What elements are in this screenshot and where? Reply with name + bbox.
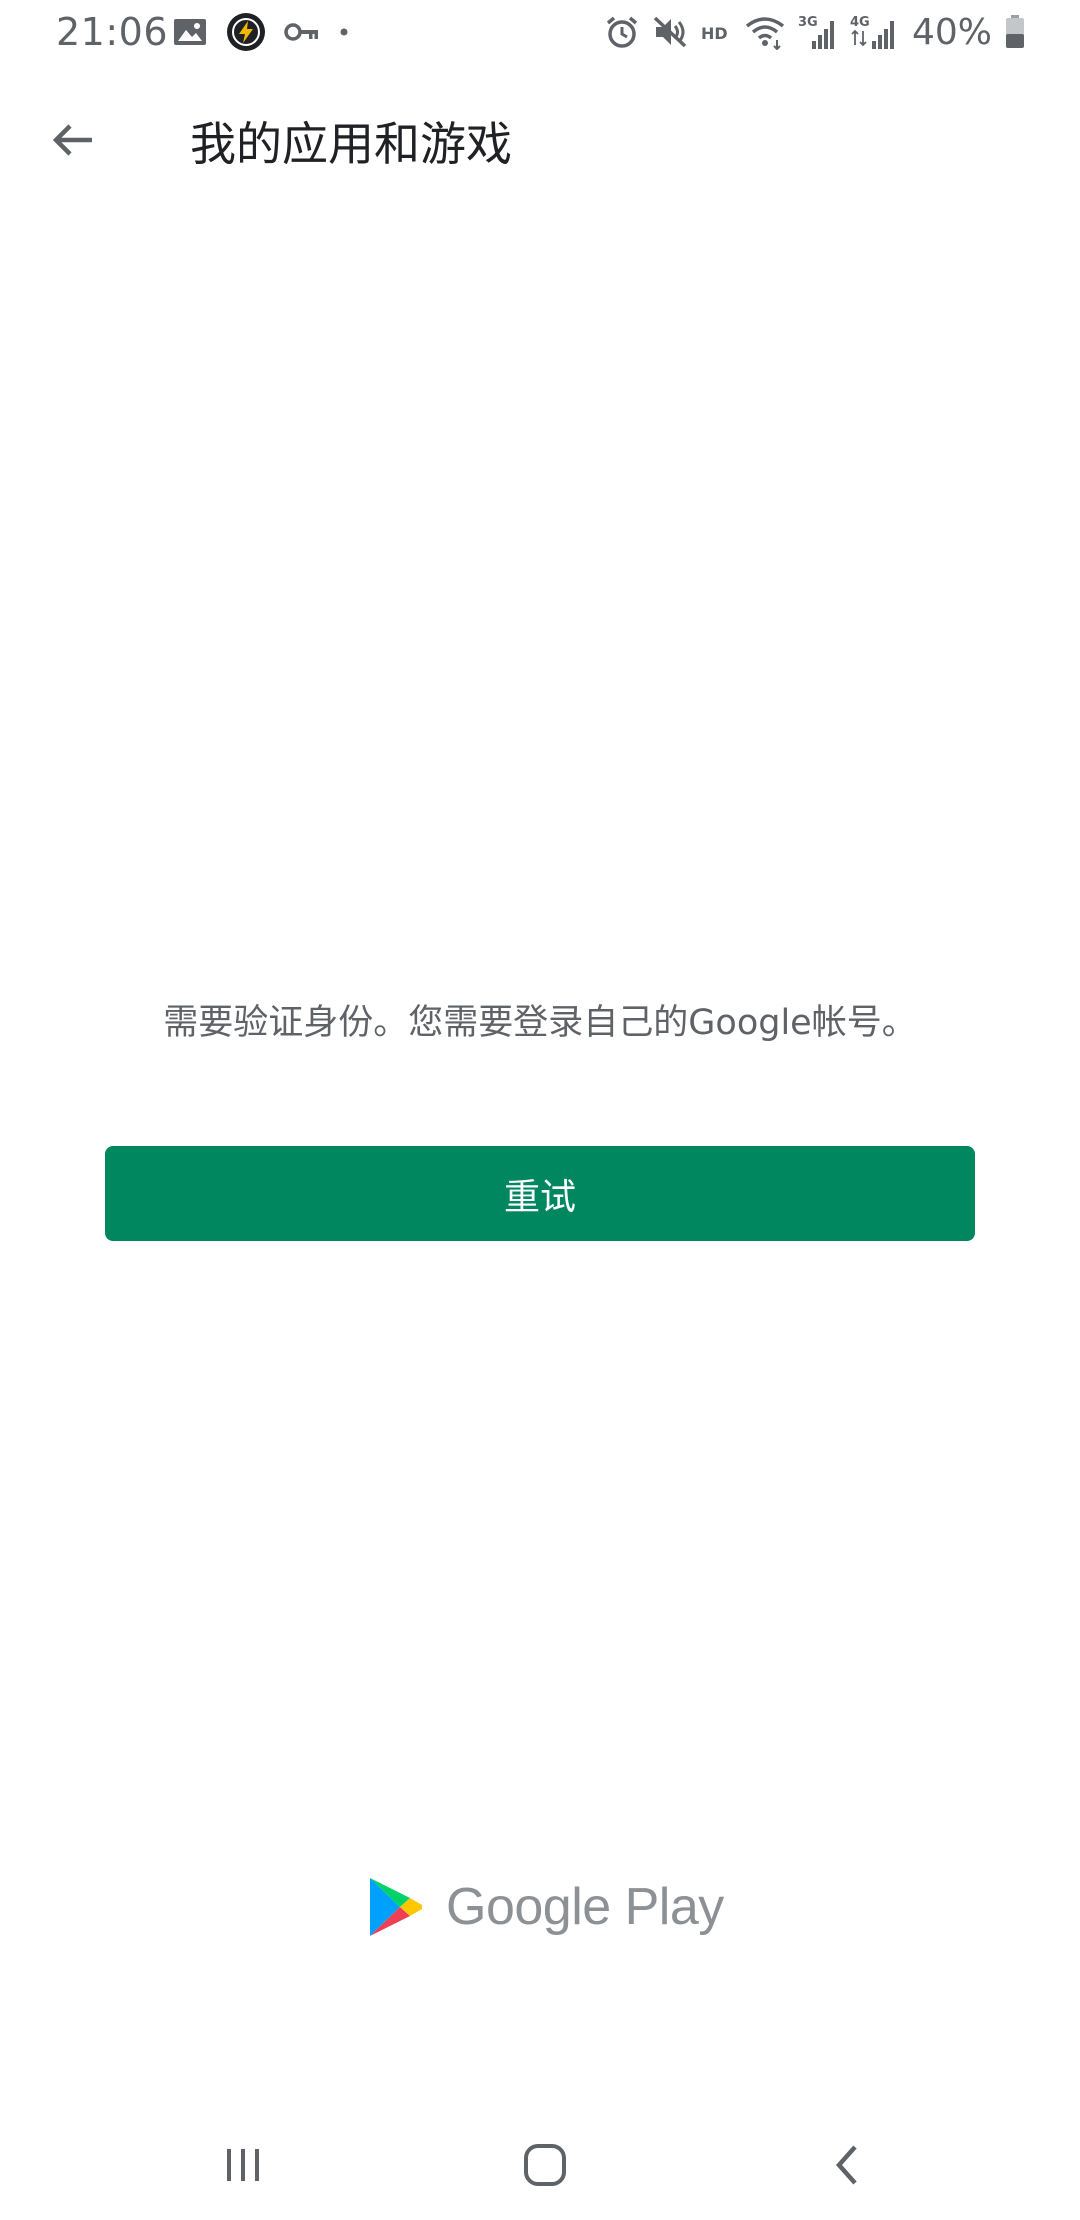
- home-button[interactable]: [500, 2130, 590, 2200]
- battery-icon: [1004, 14, 1026, 50]
- google-play-icon: [368, 1876, 424, 1938]
- app-bar: 我的应用和游戏: [0, 80, 1080, 192]
- svg-text:3G: 3G: [798, 15, 818, 30]
- recents-button[interactable]: [198, 2130, 288, 2200]
- status-notification-icons: [172, 12, 350, 52]
- back-arrow-icon: [48, 116, 96, 164]
- back-button[interactable]: [36, 104, 108, 176]
- signal-3g-icon: 3G: [798, 13, 838, 51]
- auth-message: 需要验证身份。您需要登录自己的Google帐号。: [163, 1003, 917, 1043]
- status-bar: 21:06 HD 3G 4G 40%: [0, 0, 1080, 64]
- recents-icon: [221, 2143, 265, 2187]
- battery-percentage: 40%: [911, 11, 992, 53]
- svg-text:4G: 4G: [850, 15, 870, 30]
- retry-button[interactable]: 重试: [105, 1146, 975, 1241]
- signal-4g-icon: 4G: [850, 13, 900, 51]
- lightning-icon: [226, 12, 266, 52]
- nav-back-icon: [825, 2141, 869, 2189]
- home-icon: [521, 2141, 569, 2189]
- google-play-logo: Google Play: [368, 1875, 724, 1939]
- alarm-icon: [604, 14, 640, 50]
- status-system-icons: HD 3G 4G 40%: [604, 10, 1026, 54]
- status-time: 21:06: [56, 10, 169, 54]
- nav-back-button[interactable]: [802, 2130, 892, 2200]
- svg-text:HD: HD: [701, 24, 728, 43]
- google-play-wordmark: Google Play: [446, 1878, 724, 1936]
- image-icon: [172, 16, 208, 48]
- mute-icon: [652, 14, 688, 50]
- wifi-icon: [744, 14, 786, 50]
- dot-icon: [338, 26, 350, 38]
- navigation-bar: [0, 2110, 1080, 2220]
- hd-icon: HD: [700, 20, 732, 44]
- page-title: 我的应用和游戏: [190, 117, 512, 171]
- key-icon: [284, 20, 320, 44]
